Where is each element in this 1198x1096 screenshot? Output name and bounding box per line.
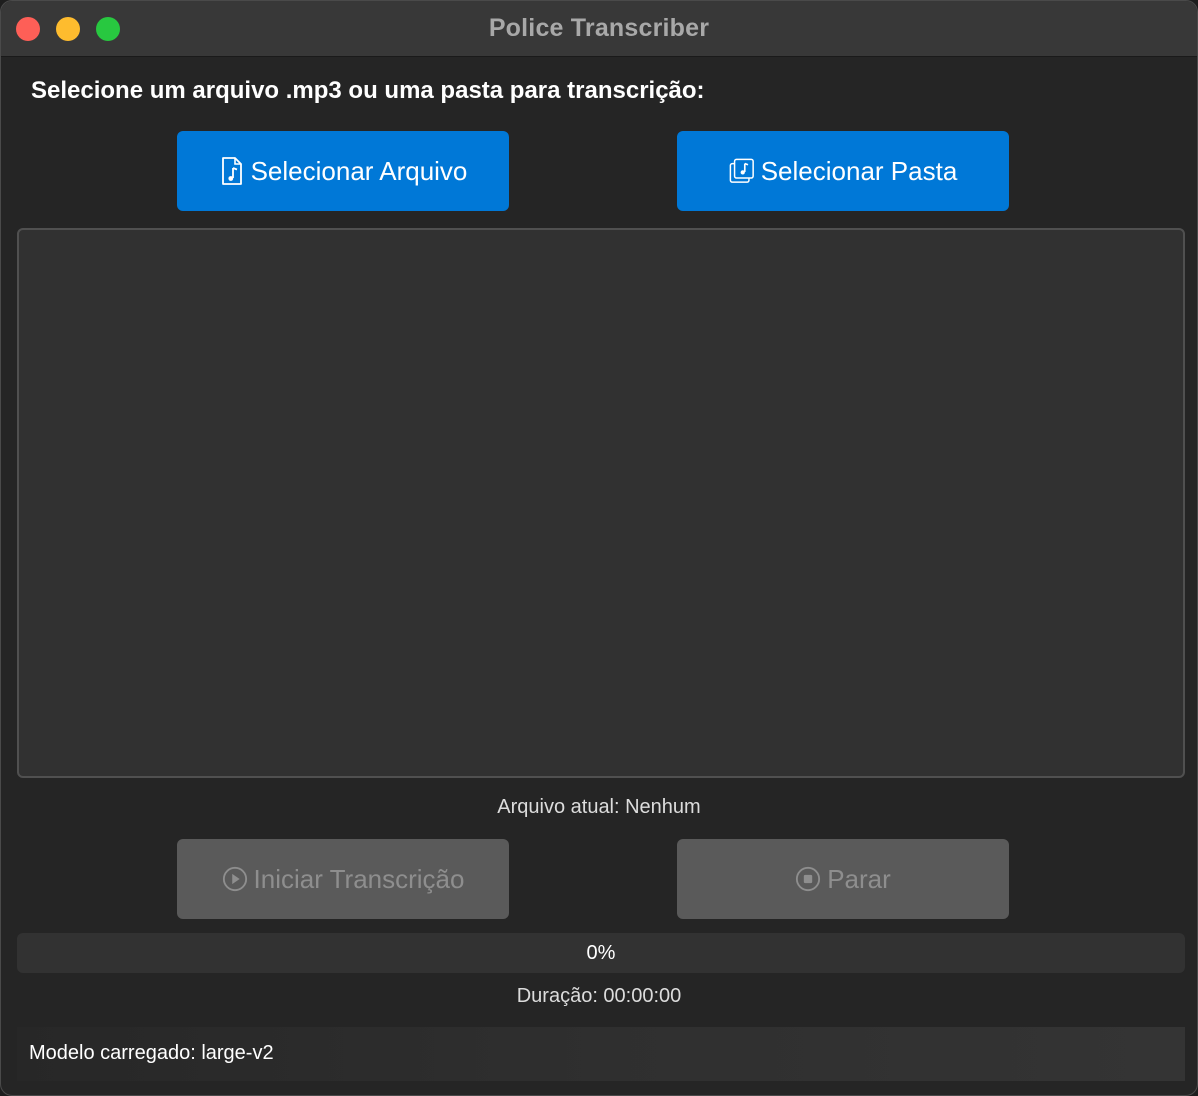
model-status: Modelo carregado: large-v2: [29, 1042, 274, 1064]
music-folder-icon: [729, 156, 755, 186]
duration-label: Duração: 00:00:00: [516, 985, 682, 1007]
select-folder-label: Selecionar Pasta: [760, 155, 958, 186]
window-title: Police Transcriber: [488, 14, 710, 42]
start-transcription-button[interactable]: Iniciar Transcrição: [177, 839, 509, 919]
current-file-label: Arquivo atual: Nenhum: [497, 796, 701, 818]
music-file-icon: [219, 156, 245, 186]
selection-prompt: Selecione um arquivo .mp3 ou uma pasta p…: [31, 77, 705, 104]
play-circle-icon: [222, 864, 248, 894]
select-folder-button[interactable]: Selecionar Pasta: [677, 131, 1009, 211]
select-file-button[interactable]: Selecionar Arquivo: [177, 131, 509, 211]
progress-bar: 0%: [17, 933, 1185, 973]
app-window: Police Transcriber Selecione um arquivo …: [0, 0, 1198, 1096]
start-transcription-label: Iniciar Transcrição: [253, 863, 465, 894]
stop-label: Parar: [827, 863, 891, 894]
progress-percent: 0%: [586, 942, 616, 964]
stop-button[interactable]: Parar: [677, 839, 1009, 919]
status-bar: Modelo carregado: large-v2: [17, 1027, 1185, 1081]
title-bar[interactable]: Police Transcriber: [1, 1, 1197, 57]
select-file-label: Selecionar Arquivo: [250, 155, 468, 186]
file-list[interactable]: [17, 228, 1185, 778]
stop-circle-icon: [795, 864, 821, 894]
